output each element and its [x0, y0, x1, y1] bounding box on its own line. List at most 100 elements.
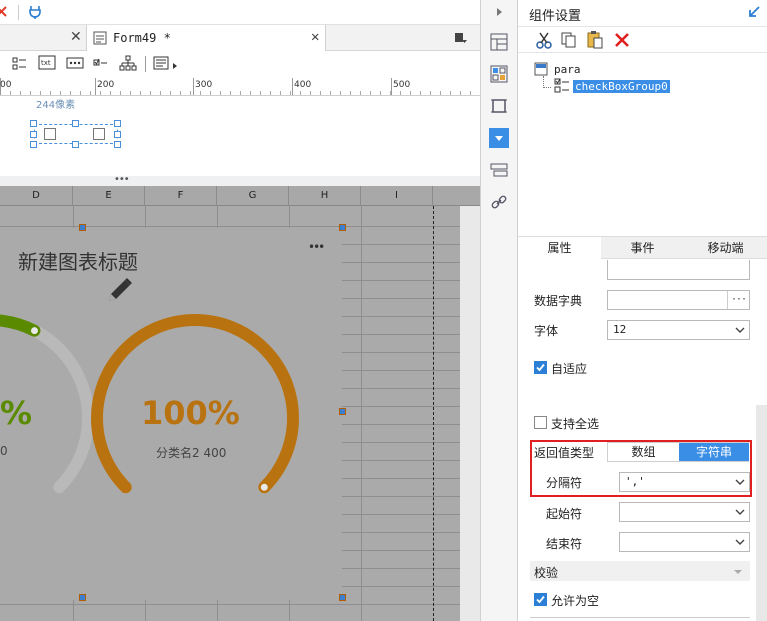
widget-library-icon[interactable] — [489, 64, 509, 84]
ruler-minor-tick — [370, 91, 371, 95]
tree-root-label[interactable]: para — [554, 63, 581, 76]
ruler-minor-tick — [360, 91, 361, 95]
component-settings-icon[interactable] — [489, 128, 509, 148]
ellipsis-button[interactable]: ··· — [727, 291, 749, 309]
tab-menu-icon[interactable] — [454, 31, 468, 45]
cut-icon[interactable] — [535, 31, 553, 49]
resize-handle[interactable] — [114, 141, 121, 148]
ruler-minor-tick — [60, 91, 61, 95]
resize-handle[interactable] — [79, 594, 86, 601]
chevron-down-icon[interactable] — [731, 321, 749, 339]
chevron-down-icon[interactable] — [731, 473, 749, 491]
gauge-value-label: 100% — [141, 394, 240, 432]
tab-label: Form49 * — [113, 31, 171, 45]
return-type-string-option[interactable]: 字符串 — [679, 443, 749, 461]
list-widget-icon[interactable] — [153, 55, 179, 73]
column-header[interactable]: F — [145, 186, 217, 206]
resize-handle[interactable] — [72, 141, 79, 148]
ruler-label: 500 — [393, 80, 411, 90]
ruler-minor-tick — [160, 91, 161, 95]
resize-handle[interactable] — [30, 120, 37, 127]
column-header[interactable]: D — [0, 186, 73, 206]
ruler-label: 400 — [294, 80, 312, 90]
frame-icon[interactable] — [489, 96, 509, 116]
ruler-minor-tick — [330, 91, 331, 95]
resize-handle[interactable] — [339, 224, 346, 231]
separator-select[interactable]: ',' — [619, 472, 750, 492]
link-icon[interactable] — [489, 192, 509, 212]
horizontal-ruler: 00 200 300 400 500 — [0, 78, 480, 96]
chevron-down-icon[interactable] — [731, 533, 749, 551]
resize-handle[interactable] — [339, 408, 346, 415]
select-all-checkbox[interactable] — [534, 416, 547, 429]
layout-icon[interactable] — [489, 32, 509, 52]
properties-scrollbar[interactable] — [756, 405, 767, 621]
resize-handle[interactable] — [114, 131, 121, 138]
column-header[interactable]: I — [361, 186, 433, 206]
adaptive-label: 自适应 — [551, 362, 588, 376]
chevron-down-icon[interactable] — [731, 503, 749, 521]
validation-section-header[interactable]: 校验 — [530, 561, 750, 581]
tree-root-icon — [534, 62, 548, 76]
tab-events[interactable]: 事件 — [601, 237, 684, 259]
tab-mobile[interactable]: 移动端 — [684, 237, 767, 259]
parameter-icon[interactable] — [489, 160, 509, 180]
close-tab-icon[interactable]: ✕ — [70, 29, 82, 45]
checkbox-list-icon[interactable] — [12, 56, 28, 72]
delete-icon[interactable] — [613, 31, 631, 49]
adaptive-checkbox[interactable] — [534, 361, 547, 374]
plug-icon[interactable] — [27, 4, 43, 20]
report-sheet: D E F G H I 新建图表标题 ••• % 0 100% 分类名2 400 — [0, 186, 480, 621]
resize-handle[interactable] — [30, 141, 37, 148]
divider — [530, 617, 750, 618]
data-dictionary-field[interactable]: ··· — [607, 290, 750, 310]
return-type-label: 返回值类型 — [534, 446, 595, 460]
resize-handle[interactable] — [72, 120, 79, 127]
ruler-minor-tick — [400, 91, 401, 95]
chart-widget[interactable]: 新建图表标题 ••• % 0 100% 分类名2 400 — [0, 228, 342, 600]
close-tab-icon[interactable]: ✕ — [311, 29, 319, 45]
ruler-minor-tick — [130, 91, 131, 95]
resize-handle[interactable] — [79, 224, 86, 231]
close-icon[interactable] — [0, 3, 10, 21]
allow-empty-checkbox[interactable] — [534, 593, 547, 606]
ruler-minor-tick — [30, 91, 31, 95]
tab-properties[interactable]: 属性 — [518, 237, 601, 259]
select-all-label: 支持全选 — [551, 417, 600, 431]
paste-icon[interactable] — [586, 30, 604, 49]
ruler-minor-tick — [70, 91, 71, 95]
column-header[interactable]: G — [217, 186, 289, 206]
text-widget-icon[interactable]: txt — [38, 55, 56, 71]
ruler-minor-tick — [100, 91, 101, 95]
copy-icon[interactable] — [560, 31, 578, 49]
checkbox-group-icon — [554, 78, 570, 94]
more-widget-icon[interactable] — [66, 56, 84, 70]
resize-handle[interactable] — [114, 120, 121, 127]
ruler-minor-tick — [440, 91, 441, 95]
checkbox-option[interactable] — [44, 128, 56, 140]
end-symbol-select[interactable] — [619, 532, 750, 552]
chevron-down-icon[interactable] — [730, 563, 746, 579]
column-header[interactable]: H — [289, 186, 361, 206]
ruler-minor-tick — [150, 91, 151, 95]
checkbox-widget-icon[interactable] — [93, 56, 109, 70]
tree-child-label[interactable]: checkBoxGroup0 — [573, 80, 670, 93]
return-type-array-option[interactable]: 数组 — [608, 443, 679, 461]
tab-form49[interactable]: Form49 * ✕ — [86, 25, 326, 51]
ruler-minor-tick — [410, 91, 411, 95]
ruler-minor-tick — [290, 91, 291, 95]
resize-handle[interactable] — [339, 594, 346, 601]
start-symbol-label: 起始符 — [546, 507, 583, 521]
checkbox-option[interactable] — [93, 128, 105, 140]
pane-splitter[interactable]: ••• — [0, 174, 480, 186]
pin-icon[interactable] — [747, 5, 761, 19]
collapse-arrow-icon[interactable] — [489, 2, 509, 22]
previous-property-input[interactable] — [607, 260, 750, 280]
font-size-select[interactable]: 12 — [607, 320, 750, 340]
start-symbol-select[interactable] — [619, 502, 750, 522]
tree-widget-icon[interactable] — [119, 55, 137, 71]
column-header[interactable]: E — [73, 186, 145, 206]
vertical-scrollbar[interactable] — [460, 206, 480, 621]
ruler-minor-tick — [320, 91, 321, 95]
resize-handle[interactable] — [30, 131, 37, 138]
